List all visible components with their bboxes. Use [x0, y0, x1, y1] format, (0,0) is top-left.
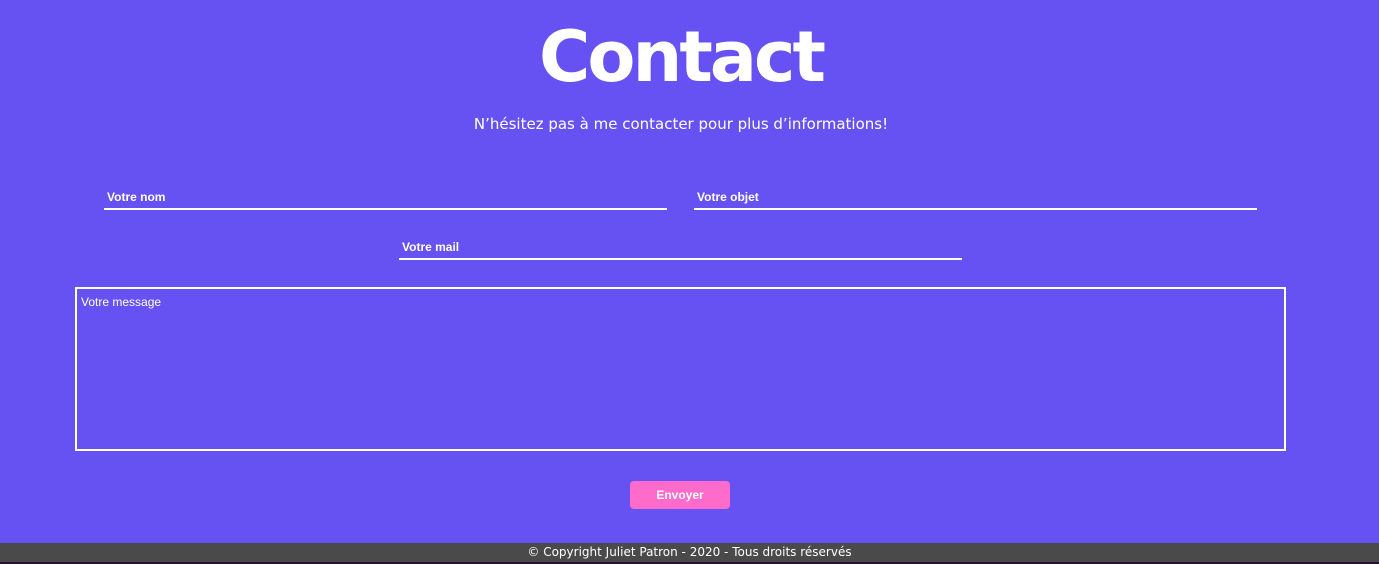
- footer: © Copyright Juliet Patron - 2020 - Tous …: [0, 543, 1379, 562]
- page-subtitle: N’hésitez pas à me contacter pour plus d…: [473, 115, 889, 133]
- email-field: [399, 236, 962, 260]
- name-field: [104, 186, 667, 210]
- subject-input[interactable]: [694, 186, 1257, 208]
- message-textarea[interactable]: [75, 287, 1286, 451]
- send-button[interactable]: Envoyer: [630, 481, 730, 509]
- copyright-text: © Copyright Juliet Patron - 2020 - Tous …: [527, 545, 852, 559]
- page-title: Contact: [539, 16, 826, 98]
- name-input[interactable]: [104, 186, 667, 208]
- email-input[interactable]: [399, 236, 962, 258]
- subject-field: [694, 186, 1257, 210]
